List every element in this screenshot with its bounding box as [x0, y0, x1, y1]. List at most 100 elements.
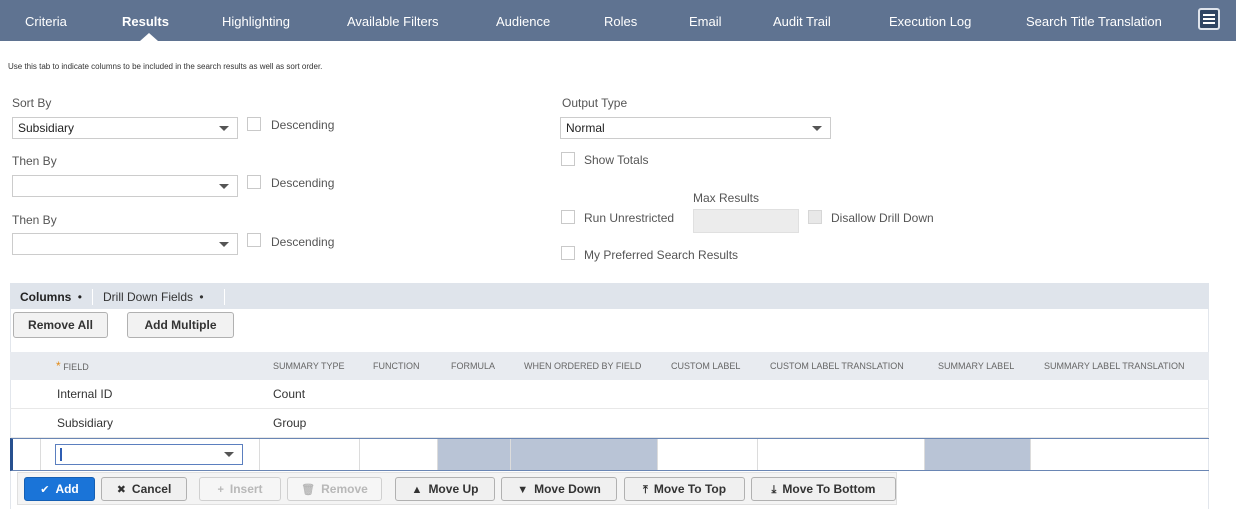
output-type-label: Output Type: [562, 96, 628, 110]
field-select-input[interactable]: [55, 444, 243, 465]
descending-label-2: Descending: [271, 176, 335, 190]
descending-checkbox-1[interactable]: [247, 117, 261, 131]
columns-table-header: * Field Summary Type Function Formula Wh…: [10, 352, 1209, 380]
trash-icon: 🗑: [301, 484, 316, 496]
menu-icon[interactable]: [1198, 8, 1220, 30]
check-icon: ✔: [40, 484, 50, 496]
edit-cell-summary-label-translation[interactable]: [1031, 439, 1209, 470]
edit-cell-when-ordered: [511, 439, 658, 470]
run-unrestricted-label: Run Unrestricted: [584, 211, 675, 225]
header-field-label: Field: [63, 362, 89, 372]
header-summary-type: Summary Type: [273, 361, 345, 371]
sort-by-value: Subsidiary: [18, 121, 75, 135]
results-hint: Use this tab to indicate columns to be i…: [8, 62, 323, 71]
insert-button-label: Insert: [229, 482, 263, 496]
move-to-bottom-button-label: Move To Bottom: [782, 482, 876, 496]
output-type-select[interactable]: Normal: [560, 117, 831, 139]
then-by-select-1[interactable]: [12, 175, 238, 197]
edit-row: [10, 438, 1209, 471]
preferred-results-checkbox[interactable]: [561, 246, 575, 260]
chevron-down-icon: [812, 126, 822, 131]
descending-label-3: Descending: [271, 235, 335, 249]
header-custom-label-translation: Custom Label Translation: [770, 361, 904, 371]
subtab-drill-down-label: Drill Down Fields: [103, 290, 194, 304]
add-multiple-button[interactable]: Add Multiple: [127, 312, 234, 338]
chevron-down-icon: [219, 126, 229, 131]
remove-all-button[interactable]: Remove All: [13, 312, 108, 338]
add-button[interactable]: ✔ Add: [24, 477, 95, 501]
table-row[interactable]: Internal ID Count: [10, 380, 1209, 409]
tab-highlighting[interactable]: Highlighting: [222, 0, 290, 41]
arrow-up-icon: ▲: [411, 484, 423, 496]
row-toolbar: ✔ Add ✖ Cancel + Insert 🗑 Remove ▲ Move Up ▼ M…: [17, 472, 897, 505]
show-totals-label: Show Totals: [584, 153, 649, 167]
active-tab-indicator: [140, 33, 158, 41]
subtab-columns-label: Columns: [20, 290, 72, 304]
header-summary-label: Summary Label: [938, 361, 1015, 371]
descending-checkbox-2[interactable]: [247, 175, 261, 189]
preferred-results-label: My Preferred Search Results: [584, 248, 739, 262]
subtab-drill-down-fields[interactable]: Drill Down Fields •: [103, 283, 204, 312]
remove-button[interactable]: 🗑 Remove: [287, 477, 382, 501]
move-to-top-button-label: Move To Top: [653, 482, 727, 496]
header-function: Function: [373, 361, 420, 371]
edit-cell-handle: [13, 439, 41, 470]
chevron-down-icon: [219, 184, 229, 189]
subtab-columns[interactable]: Columns •: [20, 283, 82, 312]
header-when-ordered-by-field: When Ordered By Field: [524, 361, 642, 371]
add-button-label: Add: [55, 482, 79, 496]
tab-criteria[interactable]: Criteria: [25, 0, 67, 41]
cancel-button[interactable]: ✖ Cancel: [101, 477, 187, 501]
required-marker: *: [56, 359, 61, 373]
then-by-label-1: Then By: [12, 154, 57, 168]
max-results-input[interactable]: [693, 209, 799, 233]
descending-label-1: Descending: [271, 118, 335, 132]
text-cursor: [60, 448, 62, 461]
move-up-button-label: Move Up: [428, 482, 479, 496]
disallow-drill-down-checkbox[interactable]: [808, 210, 822, 224]
then-by-select-2[interactable]: [12, 233, 238, 255]
sort-by-label: Sort By: [12, 96, 52, 110]
edit-cell-function[interactable]: [360, 439, 438, 470]
row-summary-type: Count: [273, 387, 306, 401]
edit-cell-summary-label: [925, 439, 1031, 470]
chevron-down-icon: [219, 242, 229, 247]
move-to-top-icon: ⤒: [642, 484, 648, 496]
close-icon: ✖: [116, 484, 126, 496]
move-up-button[interactable]: ▲ Move Up: [395, 477, 495, 501]
move-to-top-button[interactable]: ⤒ Move To Top: [624, 477, 745, 501]
subtab-bar: Columns • Drill Down Fields •: [10, 283, 1209, 309]
move-to-bottom-button[interactable]: ⤓ Move To Bottom: [751, 477, 896, 501]
edit-cell-custom-label[interactable]: [658, 439, 758, 470]
tab-audience[interactable]: Audience: [496, 0, 550, 41]
insert-button[interactable]: + Insert: [199, 477, 281, 501]
show-totals-checkbox[interactable]: [561, 152, 575, 166]
header-custom-label: Custom Label: [671, 361, 741, 371]
descending-checkbox-3[interactable]: [247, 233, 261, 247]
tab-audit-trail[interactable]: Audit Trail: [773, 0, 831, 41]
plus-icon: +: [217, 484, 224, 496]
tab-execution-log[interactable]: Execution Log: [889, 0, 971, 41]
edit-cell-summary-type[interactable]: [260, 439, 360, 470]
tab-available-filters[interactable]: Available Filters: [347, 0, 439, 41]
header-field: * Field: [56, 359, 89, 373]
header-summary-label-translation: Summary Label Translation: [1044, 361, 1185, 371]
tab-roles[interactable]: Roles: [604, 0, 637, 41]
sort-by-select[interactable]: Subsidiary: [12, 117, 238, 139]
chevron-down-icon: [224, 452, 234, 457]
arrow-down-icon: ▼: [517, 484, 529, 496]
cancel-button-label: Cancel: [131, 482, 172, 496]
tab-search-title-translation[interactable]: Search Title Translation: [1026, 0, 1162, 41]
move-down-button[interactable]: ▼ Move Down: [501, 477, 617, 501]
edit-cell-custom-label-translation[interactable]: [758, 439, 925, 470]
table-row[interactable]: Subsidiary Group: [10, 409, 1209, 438]
tab-email[interactable]: Email: [689, 0, 722, 41]
subtab-divider: [92, 289, 93, 305]
move-down-button-label: Move Down: [534, 482, 601, 496]
subtab-divider: [224, 289, 225, 305]
max-results-label: Max Results: [693, 191, 760, 205]
move-to-bottom-icon: ⤓: [771, 484, 777, 496]
row-field: Internal ID: [57, 387, 113, 401]
run-unrestricted-checkbox[interactable]: [561, 210, 575, 224]
subtab-drill-down-bullet: •: [199, 290, 204, 304]
